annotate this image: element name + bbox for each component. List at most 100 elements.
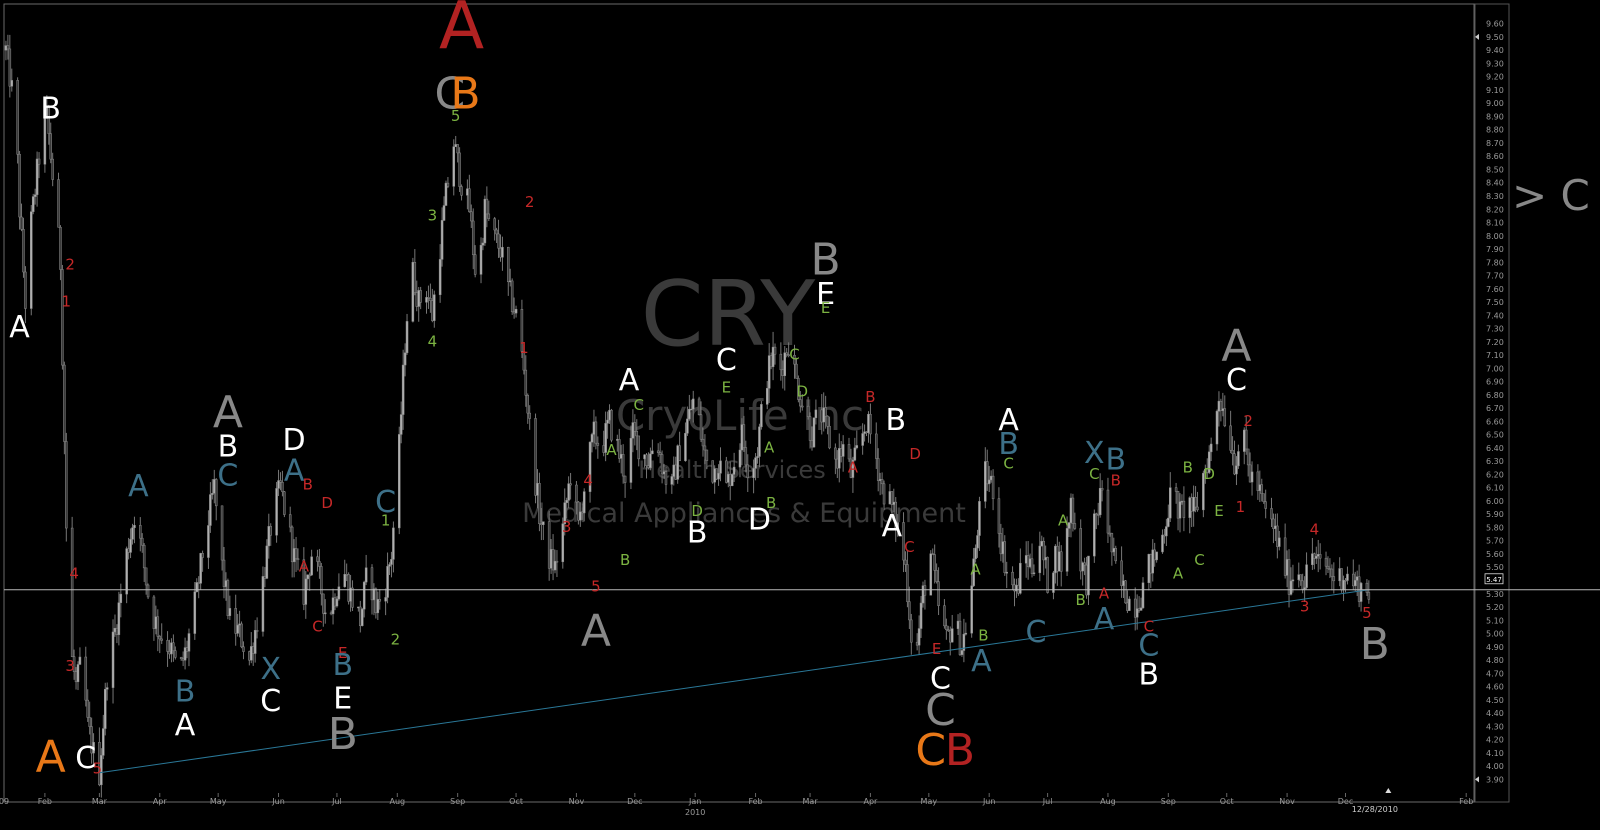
wave-label: A [1099, 584, 1110, 602]
candle-body [458, 152, 461, 187]
candle-body [144, 567, 148, 586]
candle-body [660, 454, 664, 475]
x-tick-label: Mar [803, 797, 819, 806]
wave-label: E [722, 379, 731, 397]
candle-body [304, 578, 308, 605]
y-tick-label: 4.40 [1486, 709, 1504, 718]
candle-body [528, 412, 531, 419]
candle-body [814, 409, 818, 419]
wave-label: C [1089, 465, 1099, 483]
candle-body [1367, 592, 1371, 600]
candle-body [129, 539, 132, 553]
candle-body [970, 585, 973, 634]
candle-body [174, 650, 177, 658]
candle-body [456, 144, 459, 154]
candle-body [1246, 448, 1250, 466]
candle-body [452, 146, 456, 187]
candle-body [1223, 408, 1227, 427]
x-tick-label: Oct [1220, 797, 1234, 806]
candle-body [703, 445, 707, 451]
wave-label: B [687, 516, 708, 551]
y-tick-label: 4.50 [1486, 696, 1504, 705]
candle-body [158, 636, 162, 640]
candle-body [917, 628, 921, 646]
y-tick-label: 8.20 [1486, 205, 1504, 214]
candle-body [1244, 429, 1248, 450]
y-tick-label: 5.60 [1486, 550, 1504, 559]
candle-body [538, 483, 541, 524]
wave-label: B [175, 675, 196, 710]
x-tick-label: May [921, 797, 938, 806]
candle-body [875, 433, 878, 459]
candle-body [637, 435, 640, 460]
wave-label: B [978, 627, 988, 645]
candle-body [16, 80, 19, 155]
candle-body [808, 416, 812, 441]
candle-body [378, 599, 382, 602]
y-tick-label: 6.20 [1486, 470, 1504, 479]
candle-body [49, 133, 52, 160]
candle-body [446, 182, 450, 187]
candle-body [664, 471, 668, 485]
candle-body [33, 194, 37, 197]
candle-body [1100, 488, 1104, 491]
wave-label: A [848, 458, 859, 476]
candle-body [429, 298, 432, 301]
wave-label: 2 [525, 193, 535, 211]
candle-body [440, 220, 444, 260]
candle-body [294, 548, 298, 559]
wave-label: D [796, 383, 808, 401]
candle-body [403, 352, 407, 366]
candle-body [1046, 557, 1049, 593]
candle-body [567, 483, 570, 501]
wave-label: A [1173, 564, 1184, 582]
y-tick-label: 8.70 [1486, 139, 1504, 148]
current-date-label: 12/28/2010 [1352, 805, 1398, 814]
candle-body [279, 480, 282, 483]
candle-body [1106, 489, 1110, 534]
y-tick-label: 4.20 [1486, 736, 1504, 745]
candle-body [84, 656, 88, 701]
candle-body [1231, 450, 1234, 455]
wave-label: C [1226, 363, 1247, 398]
candle-body [824, 407, 827, 417]
candle-body [131, 527, 134, 540]
candle-body [1291, 579, 1295, 582]
candle-body [964, 632, 968, 635]
candle-body [283, 491, 286, 515]
candle-body [1038, 545, 1042, 574]
wave-label: 4 [1310, 521, 1320, 539]
candle-body [929, 553, 933, 596]
candle-body [1065, 528, 1069, 572]
candle-body [343, 574, 346, 588]
candle-body [322, 593, 325, 614]
candle-body [59, 226, 62, 270]
x-tick-label: Feb [38, 797, 52, 806]
x-tick-label: Feb [1459, 797, 1473, 806]
candle-body [438, 259, 442, 295]
y-tick-label: 5.00 [1486, 630, 1504, 639]
candle-body [596, 442, 600, 446]
wave-label: A [439, 0, 484, 64]
candle-body [1359, 582, 1363, 602]
candle-body [78, 656, 82, 665]
candle-body [923, 585, 927, 596]
wave-label: E [1214, 502, 1223, 520]
candle-body [195, 582, 199, 593]
candle-body [111, 631, 115, 688]
wave-label: D [1203, 465, 1215, 483]
candle-body [361, 608, 364, 626]
wave-label: B [865, 388, 875, 406]
candle-body [65, 441, 68, 529]
candle-body [207, 525, 210, 558]
y-tick-label: 5.30 [1486, 590, 1504, 599]
candle-body [1318, 554, 1322, 559]
x-tick-label: May [210, 797, 227, 806]
candle-body [413, 262, 417, 293]
x-tick-label: Feb [748, 797, 762, 806]
price-chart[interactable]: CRY CryoLife Inc Health Services Medical… [0, 0, 1600, 826]
wave-label: X [260, 652, 281, 687]
y-tick-label: 9.10 [1486, 86, 1504, 95]
candle-body [1003, 541, 1007, 573]
candle-body [1032, 572, 1036, 575]
